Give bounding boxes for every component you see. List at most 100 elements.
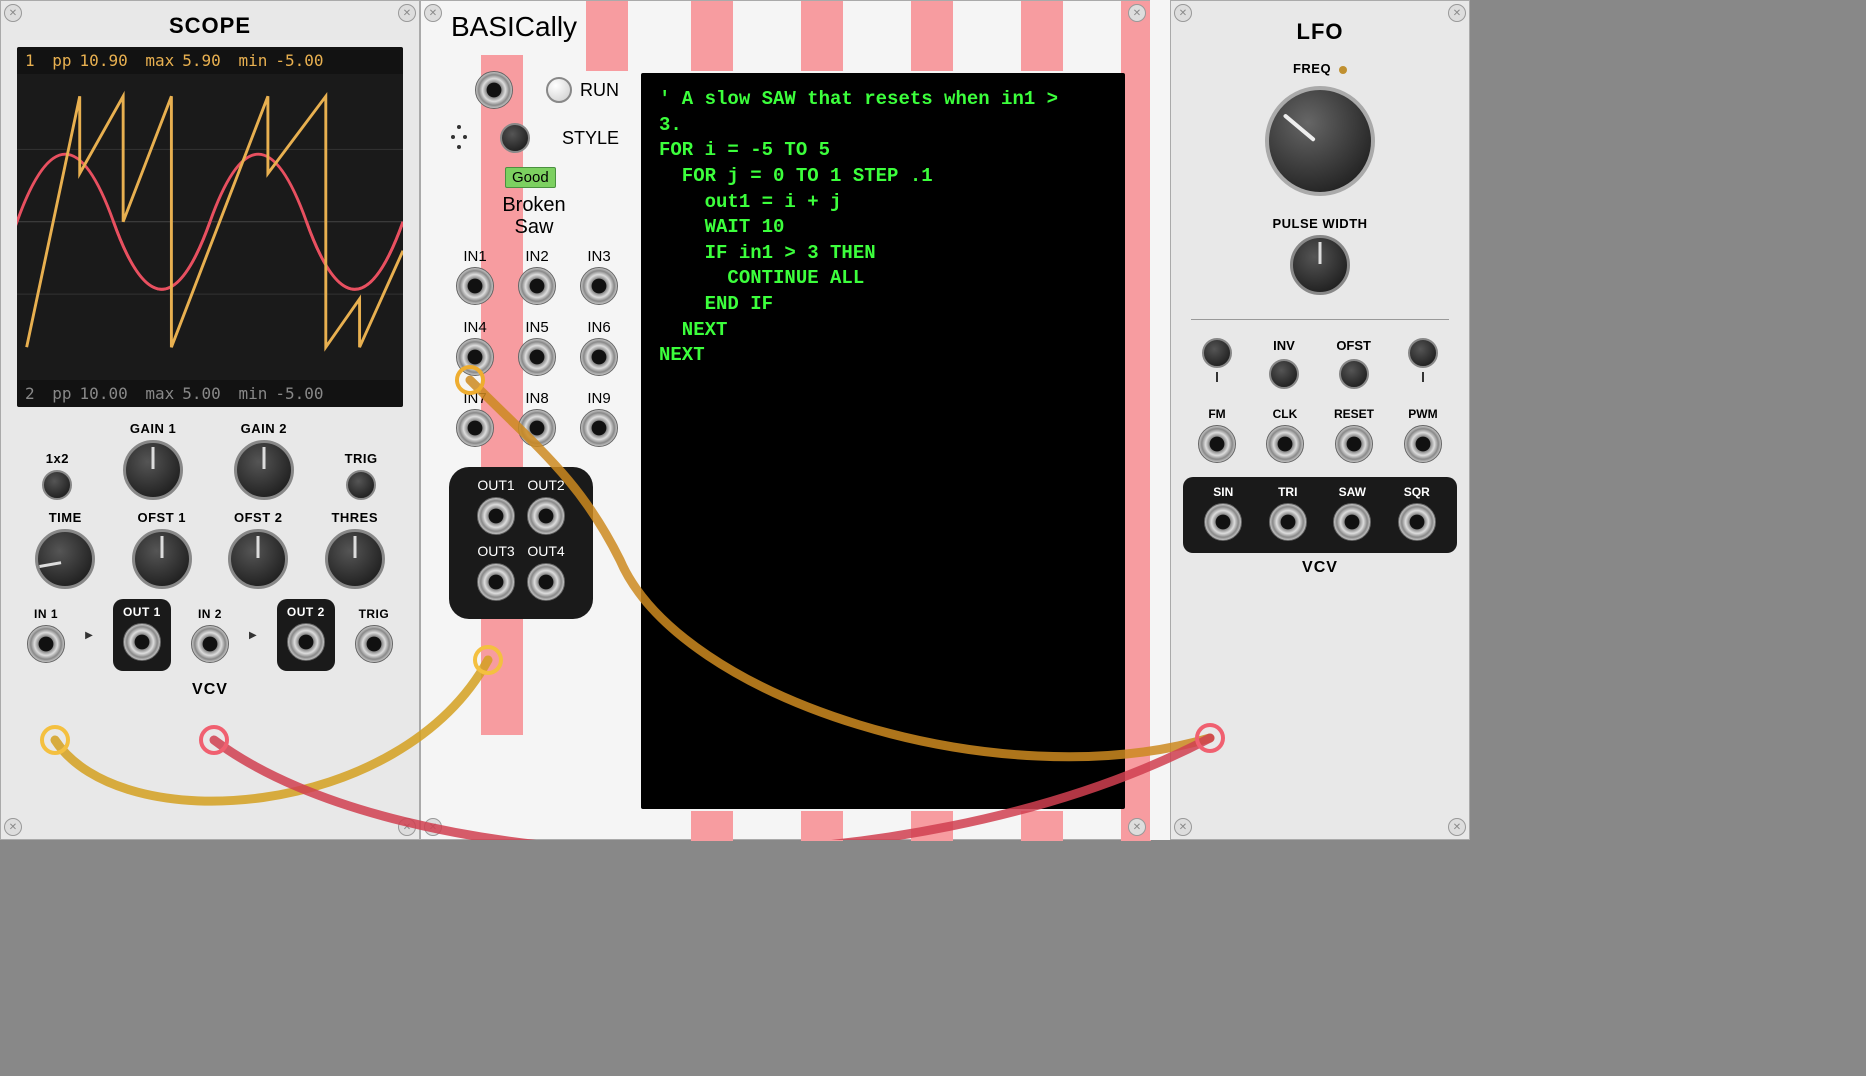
run-button[interactable]: [546, 77, 572, 103]
mode-button[interactable]: [42, 470, 72, 500]
lfo-module: LFO FREQ PULSE WIDTH INV OFST FM CLK RES…: [1170, 0, 1470, 840]
divider: [1191, 319, 1449, 320]
lfo-reset-jack[interactable]: [1335, 425, 1373, 463]
lfo-saw-jack[interactable]: [1333, 503, 1371, 541]
time-label: TIME: [35, 510, 95, 525]
gain1-knob[interactable]: [123, 440, 183, 500]
bas-in8-jack[interactable]: [518, 409, 556, 447]
ofst1-label: OFST 1: [132, 510, 192, 525]
fm-label: FM: [1198, 407, 1236, 421]
out1-label: OUT 1: [123, 605, 161, 619]
thres-knob[interactable]: [325, 529, 385, 589]
scope-in2-jack[interactable]: [191, 625, 229, 663]
bas-in4-jack[interactable]: [456, 338, 494, 376]
lfo-title: LFO: [1171, 19, 1469, 45]
in9-label: IN9: [573, 390, 625, 407]
in2-label: IN 2: [191, 607, 229, 621]
basically-title: BASICally: [451, 11, 1149, 43]
scope-title: SCOPE: [1, 13, 419, 39]
in1-label: IN1: [449, 248, 501, 265]
time-knob[interactable]: [35, 529, 95, 589]
in2-label: IN2: [511, 248, 563, 265]
sin-label: SIN: [1204, 485, 1242, 499]
style-dots-icon: [449, 123, 469, 153]
ofst1-knob[interactable]: [132, 529, 192, 589]
blank-panel: [1150, 0, 1170, 840]
arrow-icon: ▶: [85, 630, 93, 641]
screw-icon: [398, 818, 416, 836]
gain2-label: GAIN 2: [234, 421, 294, 436]
bas-out3-jack[interactable]: [477, 563, 515, 601]
ofst-button[interactable]: [1339, 359, 1369, 389]
in4-label: IN4: [449, 319, 501, 336]
screw-icon: [1448, 818, 1466, 836]
trig-button[interactable]: [346, 470, 376, 500]
bas-out1-jack[interactable]: [477, 497, 515, 535]
bas-in1-jack[interactable]: [456, 267, 494, 305]
pw-label: PULSE WIDTH: [1171, 216, 1469, 231]
fm-atten-knob[interactable]: [1202, 338, 1232, 368]
pwm-label: PWM: [1404, 407, 1442, 421]
basically-module: BASICally RUN STYLE Good Broken Saw IN1 …: [420, 0, 1150, 840]
screw-icon: [4, 4, 22, 22]
ofst2-label: OFST 2: [228, 510, 288, 525]
sqr-label: SQR: [1398, 485, 1436, 499]
bas-in2-jack[interactable]: [518, 267, 556, 305]
bas-in5-jack[interactable]: [518, 338, 556, 376]
in6-label: IN6: [573, 319, 625, 336]
inv-label: INV: [1269, 338, 1299, 353]
lfo-clk-jack[interactable]: [1266, 425, 1304, 463]
code-editor[interactable]: ' A slow SAW that resets when in1 > 3. F…: [641, 73, 1125, 809]
bas-out2-jack[interactable]: [527, 497, 565, 535]
out4-label: OUT4: [527, 543, 565, 559]
in7-label: IN7: [449, 390, 501, 407]
in1-label: IN 1: [27, 607, 65, 621]
lfo-sin-jack[interactable]: [1204, 503, 1242, 541]
lfo-pwm-jack[interactable]: [1404, 425, 1442, 463]
style-knob[interactable]: [500, 123, 530, 153]
lfo-tri-jack[interactable]: [1269, 503, 1307, 541]
clk-label: CLK: [1266, 407, 1304, 421]
screw-icon: [1448, 4, 1466, 22]
screw-icon: [1128, 818, 1146, 836]
bas-in3-jack[interactable]: [580, 267, 618, 305]
inv-button[interactable]: [1269, 359, 1299, 389]
gain1-label: GAIN 1: [123, 421, 183, 436]
scope-display[interactable]: 1 pp10.90 max5.90 min-5.00 2 pp10.00: [17, 47, 403, 407]
brand-label: VCV: [1171, 559, 1469, 577]
out2-label: OUT 2: [287, 605, 325, 619]
freq-knob[interactable]: [1265, 86, 1375, 196]
scope-readout-2: 2 pp10.00 max5.00 min-5.00: [17, 380, 403, 407]
lfo-sqr-jack[interactable]: [1398, 503, 1436, 541]
gain2-knob[interactable]: [234, 440, 294, 500]
scope-waveform: [17, 77, 403, 367]
scope-out1-jack[interactable]: [123, 623, 161, 661]
screw-icon: [1174, 4, 1192, 22]
pw-knob[interactable]: [1290, 235, 1350, 295]
bas-out4-jack[interactable]: [527, 563, 565, 601]
scope-trig-jack[interactable]: [355, 625, 393, 663]
lfo-fm-jack[interactable]: [1198, 425, 1236, 463]
saw-label: SAW: [1333, 485, 1371, 499]
output-box: OUT1 OUT2 OUT3 OUT4: [449, 467, 593, 619]
run-jack[interactable]: [475, 71, 513, 109]
screw-icon: [4, 818, 22, 836]
bas-in9-jack[interactable]: [580, 409, 618, 447]
scope-out2-jack[interactable]: [287, 623, 325, 661]
preset-name: Broken Saw: [449, 194, 619, 238]
style-label: STYLE: [562, 128, 619, 149]
scope-readout-1: 1 pp10.90 max5.90 min-5.00: [17, 47, 403, 74]
thres-label: THRES: [325, 510, 385, 525]
brand-label: VCV: [1, 681, 419, 699]
scope-in1-jack[interactable]: [27, 625, 65, 663]
freq-label: FREQ: [1171, 61, 1469, 76]
bas-in6-jack[interactable]: [580, 338, 618, 376]
bas-in7-jack[interactable]: [456, 409, 494, 447]
tri-label: TRI: [1269, 485, 1307, 499]
screw-icon: [398, 4, 416, 22]
scope-module: SCOPE 1 pp10.90 max5.90 min-5.00: [0, 0, 420, 840]
pwm-atten-knob[interactable]: [1408, 338, 1438, 368]
screw-icon: [424, 818, 442, 836]
lfo-output-box: SIN TRI SAW SQR: [1183, 477, 1457, 553]
ofst2-knob[interactable]: [228, 529, 288, 589]
